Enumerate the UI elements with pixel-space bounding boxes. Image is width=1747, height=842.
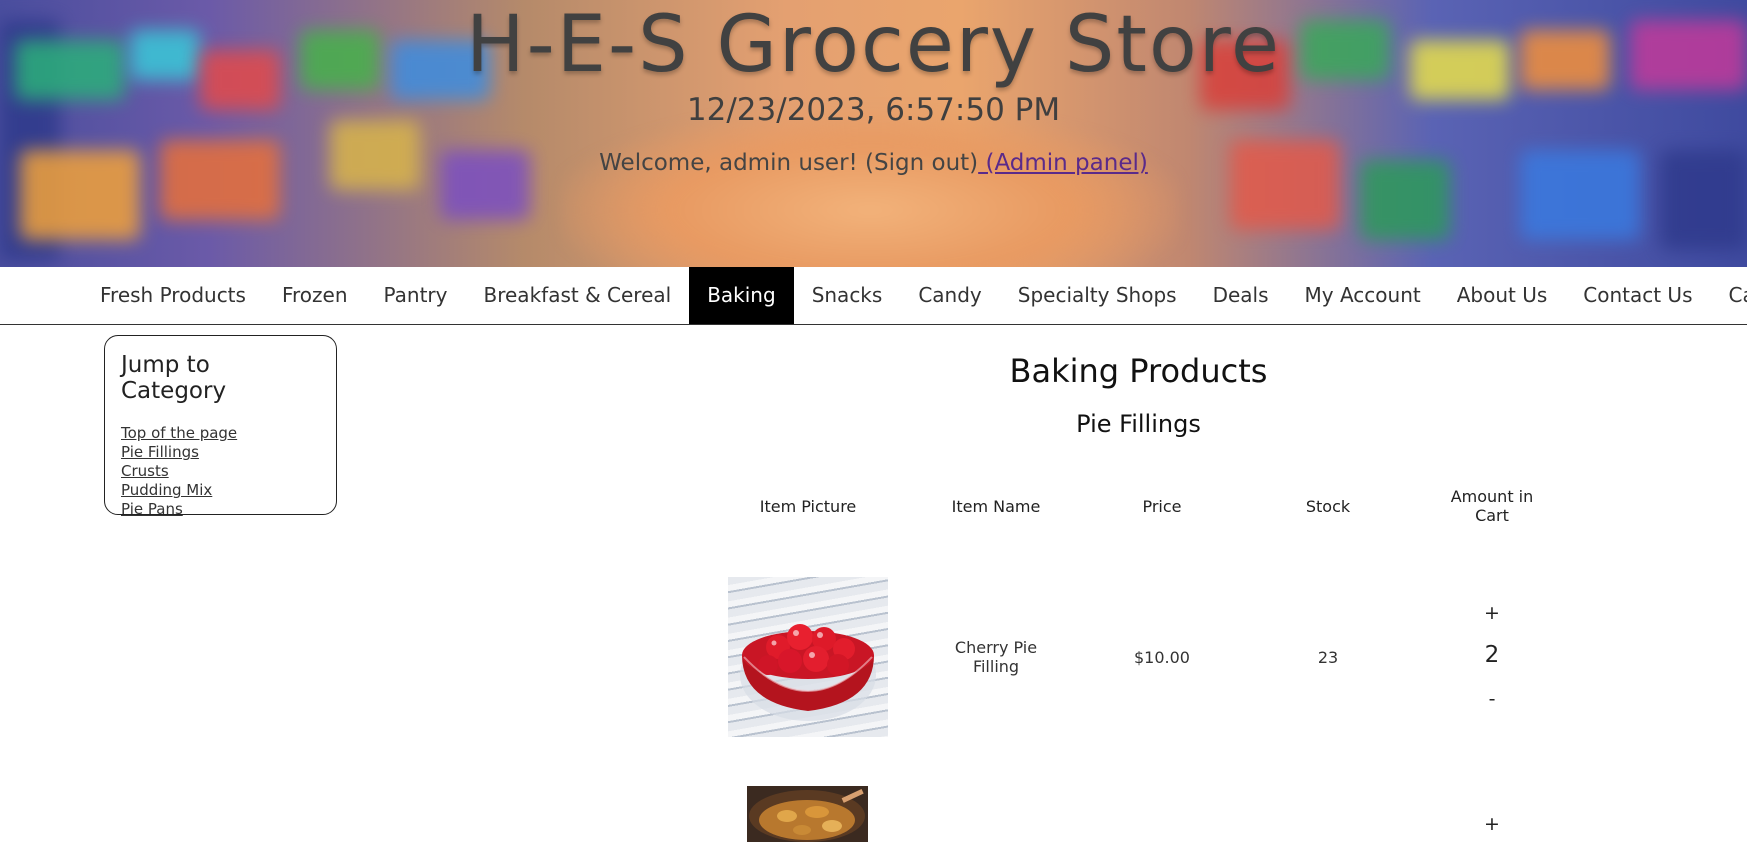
decrease-quantity-button[interactable]: - [1477,688,1507,710]
item-name-cherry-pie-filling: Cherry Pie Filling [954,638,1038,676]
admin-panel-link[interactable]: (Admin panel) [978,150,1147,176]
increase-quantity-button[interactable]: + [1477,813,1507,835]
section-title: Pie Fillings [1076,410,1201,438]
banner-background [560,110,1180,267]
welcome-message: Welcome, admin user! (Sign out) (Admin p… [0,147,1747,179]
apple-pie-icon [747,786,868,842]
jump-link-crusts[interactable]: Crusts [121,462,320,481]
nav-item-pantry[interactable]: Pantry [366,267,466,324]
cherry-bowl-icon [740,624,876,721]
nav-item-cart[interactable]: Cart [1711,267,1747,324]
cherry-pie-filling-image [728,577,888,737]
jump-link-pie-fillings[interactable]: Pie Fillings [121,443,320,462]
main-nav: Fresh Products Frozen Pantry Breakfast &… [0,267,1747,325]
item-price: $10.00 [1134,648,1190,667]
column-header-picture: Item Picture [759,497,857,516]
column-header-amount: Amount in Cart [1450,487,1534,525]
nav-item-baking[interactable]: Baking [689,267,794,324]
nav-item-snacks[interactable]: Snacks [794,267,901,324]
site-title: H-E-S Grocery Store [465,0,1282,90]
apple-pie-filling-image [747,786,868,842]
current-datetime: 12/23/2023, 6:57:50 PM [686,92,1061,128]
column-header-price: Price [1142,497,1182,516]
nav-item-contact-us[interactable]: Contact Us [1565,267,1710,324]
column-header-stock: Stock [1305,497,1351,516]
sign-out-link[interactable]: Welcome, admin user! (Sign out) [599,150,978,176]
page-title: Baking Products [1009,352,1268,390]
column-header-name: Item Name [951,497,1041,516]
nav-item-specialty-shops[interactable]: Specialty Shops [1000,267,1195,324]
nav-item-fresh-products[interactable]: Fresh Products [82,267,264,324]
cart-quantity: 2 [1484,642,1500,668]
nav-item-frozen[interactable]: Frozen [264,267,366,324]
increase-quantity-button[interactable]: + [1477,602,1507,624]
jump-link-pie-pans[interactable]: Pie Pans [121,500,320,519]
item-stock: 23 [1317,648,1339,667]
nav-item-breakfast-cereal[interactable]: Breakfast & Cereal [466,267,690,324]
jump-link-pudding-mix[interactable]: Pudding Mix [121,481,320,500]
nav-item-deals[interactable]: Deals [1195,267,1287,324]
nav-item-candy[interactable]: Candy [900,267,999,324]
header-banner: H-E-S Grocery Store 12/23/2023, 6:57:50 … [0,0,1747,267]
jump-to-category-panel: Jump to Category Top of the page Pie Fil… [104,335,337,518]
nav-item-my-account[interactable]: My Account [1287,267,1439,324]
jump-link-top[interactable]: Top of the page [121,424,320,443]
jump-to-category-title: Jump to Category [121,352,227,404]
nav-item-about-us[interactable]: About Us [1439,267,1566,324]
